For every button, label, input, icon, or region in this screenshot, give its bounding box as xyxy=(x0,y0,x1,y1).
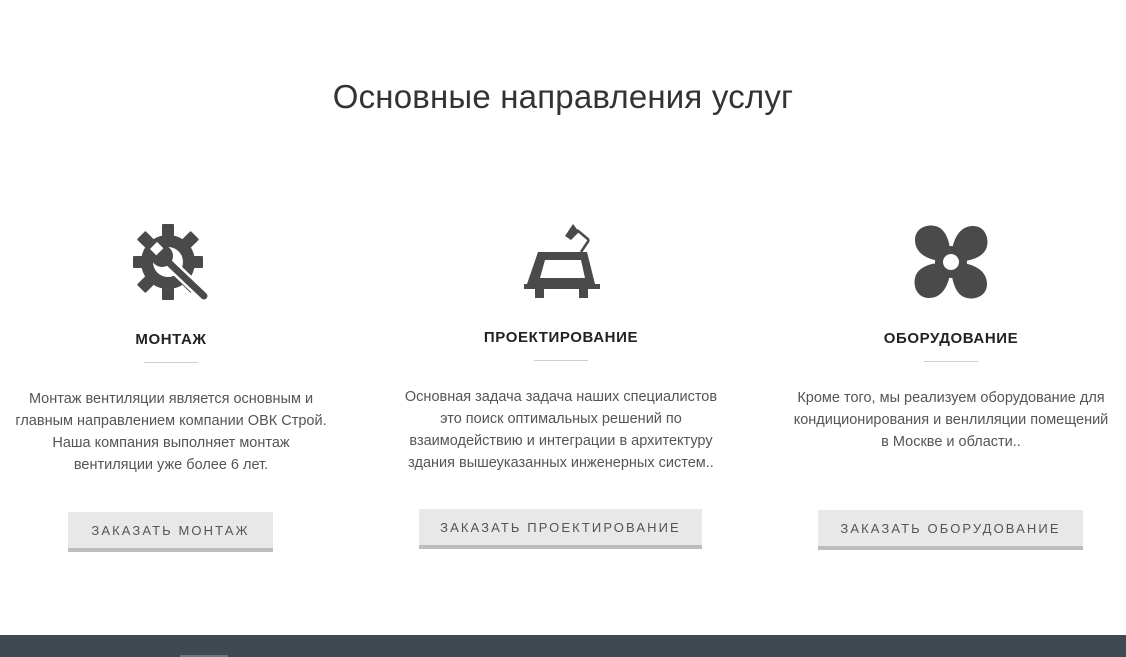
order-mount-button[interactable]: ЗАКАЗАТЬ МОНТАЖ xyxy=(68,512,273,552)
description-line: взаимодействию и интеграции в архитектур… xyxy=(409,433,713,449)
service-title: МОНТАЖ xyxy=(135,331,207,348)
drafting-table-icon xyxy=(521,222,601,302)
description-line: Наша компания выполняет монтаж xyxy=(52,435,290,451)
footer-bar xyxy=(0,635,1126,657)
description-line: кондиционирования и венлиляции помещений xyxy=(793,412,1109,428)
description-line: Монтаж вентиляции является основным и xyxy=(28,391,314,407)
divider xyxy=(924,361,978,362)
description-line: здания вышеуказанных инженерных систем.. xyxy=(408,455,714,471)
description-line: вентиляции уже более 6 лет. xyxy=(73,457,269,473)
description-line: в Москве и области.. xyxy=(881,434,1021,450)
description-line: главным направлением компании ОВК Строй. xyxy=(15,413,327,429)
service-description: Кроме того, мы реализуем оборудование дл… xyxy=(780,387,1122,453)
description-line: Основная задача задача наших специалисто… xyxy=(404,389,718,405)
description-line: Кроме того, мы реализуем оборудование дл… xyxy=(797,390,1105,406)
service-title: ОБОРУДОВАНИЕ xyxy=(883,330,1019,347)
service-design: ПРОЕКТИРОВАНИЕ Основная задача задача на… xyxy=(390,0,732,600)
gear-wrench-icon xyxy=(131,222,211,302)
description-line: это поиск оптимальных решений по xyxy=(440,411,682,427)
service-title: ПРОЕКТИРОВАНИЕ xyxy=(483,329,639,346)
service-equipment: ОБОРУДОВАНИЕ Кроме того, мы реализуем об… xyxy=(780,0,1122,600)
order-design-button[interactable]: ЗАКАЗАТЬ ПРОЕКТИРОВАНИЕ xyxy=(419,509,702,549)
divider xyxy=(144,362,198,363)
divider xyxy=(534,360,588,361)
order-equipment-button[interactable]: ЗАКАЗАТЬ ОБОРУДОВАНИЕ xyxy=(818,510,1083,550)
fan-icon xyxy=(911,222,991,302)
service-description: Основная задача задача наших специалисто… xyxy=(390,386,732,474)
service-description: Монтаж вентиляции является основным и гл… xyxy=(0,388,342,476)
service-mount: МОНТАЖ Монтаж вентиляции является основн… xyxy=(0,0,342,600)
